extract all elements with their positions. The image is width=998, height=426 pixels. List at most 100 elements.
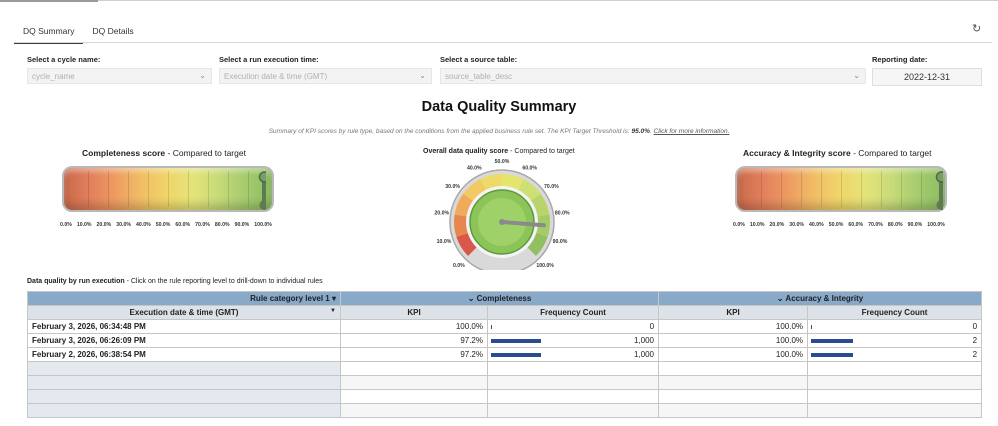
empty-cell bbox=[486, 389, 660, 404]
bar-gauge-gridline bbox=[208, 171, 209, 207]
accuracy-kpi-cell: 100.0% bbox=[658, 347, 809, 362]
kpi-threshold: 95.0% bbox=[631, 128, 650, 135]
tab-bar: DQ Summary DQ Details bbox=[14, 20, 143, 44]
run-execution-table: Rule category level 1 ▾ ⌄ Completeness ⌄… bbox=[27, 291, 983, 418]
completeness-bar-gauge bbox=[62, 166, 274, 212]
accuracy-title-suffix: - Compared to target bbox=[850, 148, 932, 158]
bar-tick-label: 50.0% bbox=[828, 222, 844, 228]
empty-cell bbox=[340, 389, 488, 404]
empty-cell bbox=[27, 389, 341, 404]
table-row[interactable]: February 3, 2026, 06:26:09 PM 97.2% 1,000 1… bbox=[27, 333, 983, 348]
gauge-tick-label: 70.0% bbox=[544, 184, 559, 190]
empty-cell bbox=[486, 375, 660, 390]
bar-tick-label: 80.0% bbox=[214, 222, 230, 228]
accuracy-title-text: Accuracy & Integrity score bbox=[743, 148, 851, 158]
empty-cell bbox=[486, 361, 660, 376]
accuracy-gauge-title: Accuracy & Integrity score - Compared to… bbox=[743, 148, 932, 158]
completeness-gauge-title: Completeness score - Compared to target bbox=[82, 148, 246, 158]
bar-gauge-gridline bbox=[841, 171, 842, 207]
frequency-cell: 1,000 bbox=[486, 333, 660, 348]
frequency-cell: 2 bbox=[807, 347, 983, 362]
completeness-title-text: Completeness score bbox=[82, 148, 166, 158]
frequency-value: 0 bbox=[972, 322, 978, 331]
table-row[interactable]: February 3, 2026, 06:34:48 PM 100.0% 0 100.… bbox=[27, 319, 983, 334]
run-select[interactable]: Execution date & time (GMT) ⌄ bbox=[219, 68, 432, 84]
bar-gauge-gridline bbox=[128, 171, 129, 207]
bar-tick-label: 30.0% bbox=[789, 222, 804, 228]
bar-gauge-gridline bbox=[761, 171, 762, 207]
completeness-group-header[interactable]: ⌄ Completeness bbox=[339, 291, 660, 306]
bar-tick-label: 70.0% bbox=[868, 222, 883, 228]
table-row[interactable]: February 2, 2026, 06:38:54 PM 97.2% 1,000 1… bbox=[27, 347, 983, 362]
gauge-tick-label: 90.0% bbox=[553, 239, 568, 245]
rule-category-header[interactable]: Rule category level 1 ▾ bbox=[27, 291, 341, 306]
bar-tick-label: 60.0% bbox=[848, 222, 864, 228]
chevron-down-icon: ⌄ bbox=[853, 71, 860, 80]
frequency-value: 2 bbox=[972, 336, 978, 345]
table-body: February 3, 2026, 06:34:48 PM 100.0% 0 100.… bbox=[27, 319, 983, 418]
accuracy-kpi-header[interactable]: KPI bbox=[658, 305, 809, 320]
table-header-row-1: Rule category level 1 ▾ ⌄ Completeness ⌄… bbox=[27, 291, 983, 306]
completeness-title-suffix: - Compared to target bbox=[165, 148, 246, 158]
completeness-kpi-header[interactable]: KPI bbox=[340, 305, 488, 320]
execution-time-header[interactable]: Execution date & time (GMT) ▼ bbox=[27, 305, 341, 320]
bar-tick-label: 10.0% bbox=[76, 222, 92, 228]
frequency-bar bbox=[491, 339, 542, 343]
bar-tick-label: 90.0% bbox=[907, 222, 923, 228]
source-placeholder: source_table_desc bbox=[445, 72, 513, 81]
tab-dq-summary[interactable]: DQ Summary bbox=[14, 20, 84, 44]
execution-time-cell[interactable]: February 3, 2026, 06:26:09 PM bbox=[27, 333, 341, 348]
refresh-icon[interactable]: ↻ bbox=[972, 22, 981, 35]
bar-gauge-gridline bbox=[821, 171, 822, 207]
accuracy-kpi-cell: 100.0% bbox=[658, 333, 809, 348]
top-border bbox=[0, 0, 998, 1]
reporting-date-field[interactable]: 2022-12-31 bbox=[872, 68, 982, 86]
reporting-label: Reporting date: bbox=[872, 55, 928, 64]
bar-tick-label: 60.0% bbox=[175, 222, 191, 228]
bar-gauge-gridline bbox=[188, 171, 189, 207]
gauge-value-marker bbox=[935, 171, 943, 210]
frequency-cell: 0 bbox=[486, 319, 660, 334]
cycle-label: Select a cycle name: bbox=[27, 55, 101, 64]
empty-cell bbox=[27, 375, 341, 390]
sort-down-icon[interactable]: ▼ bbox=[330, 308, 336, 314]
frequency-cell: 0 bbox=[807, 319, 983, 334]
accuracy-freq-header[interactable]: Frequency Count bbox=[807, 305, 983, 320]
bar-gauge-gridline bbox=[861, 171, 862, 207]
gauge-tick-label: 0.0% bbox=[453, 263, 465, 269]
source-select[interactable]: source_table_desc ⌄ bbox=[440, 68, 866, 84]
bar-gauge-gridline bbox=[881, 171, 882, 207]
bar-tick-label: 10.0% bbox=[749, 222, 765, 228]
execution-time-cell[interactable]: February 3, 2026, 06:34:48 PM bbox=[27, 319, 341, 334]
bar-gauge-gridline bbox=[148, 171, 149, 207]
bar-tick-label: 40.0% bbox=[135, 222, 151, 228]
chevron-down-icon: ⌄ bbox=[419, 71, 426, 80]
table-label-bold: Data quality by run execution bbox=[27, 278, 125, 285]
frequency-bar bbox=[491, 353, 542, 357]
gauge-value-marker bbox=[258, 171, 266, 210]
frequency-cell: 2 bbox=[807, 333, 983, 348]
accuracy-group-header[interactable]: ⌄ Accuracy & Integrity bbox=[658, 291, 983, 306]
completeness-freq-header[interactable]: Frequency Count bbox=[486, 305, 660, 320]
empty-cell bbox=[807, 403, 983, 418]
empty-cell bbox=[27, 361, 341, 376]
run-label: Select a run execution time: bbox=[219, 55, 319, 64]
page-title: Data Quality Summary bbox=[421, 99, 577, 115]
gauge-tick-label: 80.0% bbox=[555, 210, 570, 216]
gauge-tick-label: 20.0% bbox=[434, 210, 449, 216]
empty-cell bbox=[658, 403, 809, 418]
frequency-value: 1,000 bbox=[633, 350, 655, 359]
bar-gauge-gridline bbox=[781, 171, 782, 207]
bar-tick-label: 100.0% bbox=[927, 222, 945, 228]
subtitle-text: Summary of KPI scores by rule type, base… bbox=[268, 128, 632, 135]
more-info-link[interactable]: Click for more information. bbox=[654, 128, 730, 135]
gauge-tick-label: 50.0% bbox=[495, 159, 510, 165]
bar-tick-label: 20.0% bbox=[769, 222, 785, 228]
frequency-value: 0 bbox=[649, 322, 655, 331]
tab-dq-details[interactable]: DQ Details bbox=[83, 20, 142, 42]
frequency-value: 1,000 bbox=[633, 336, 655, 345]
chevron-down-icon: ⌄ bbox=[199, 71, 206, 80]
cycle-select[interactable]: cycle_name ⌄ bbox=[27, 68, 212, 84]
top-border-accent bbox=[0, 0, 98, 2]
execution-time-cell[interactable]: February 2, 2026, 06:38:54 PM bbox=[27, 347, 341, 362]
